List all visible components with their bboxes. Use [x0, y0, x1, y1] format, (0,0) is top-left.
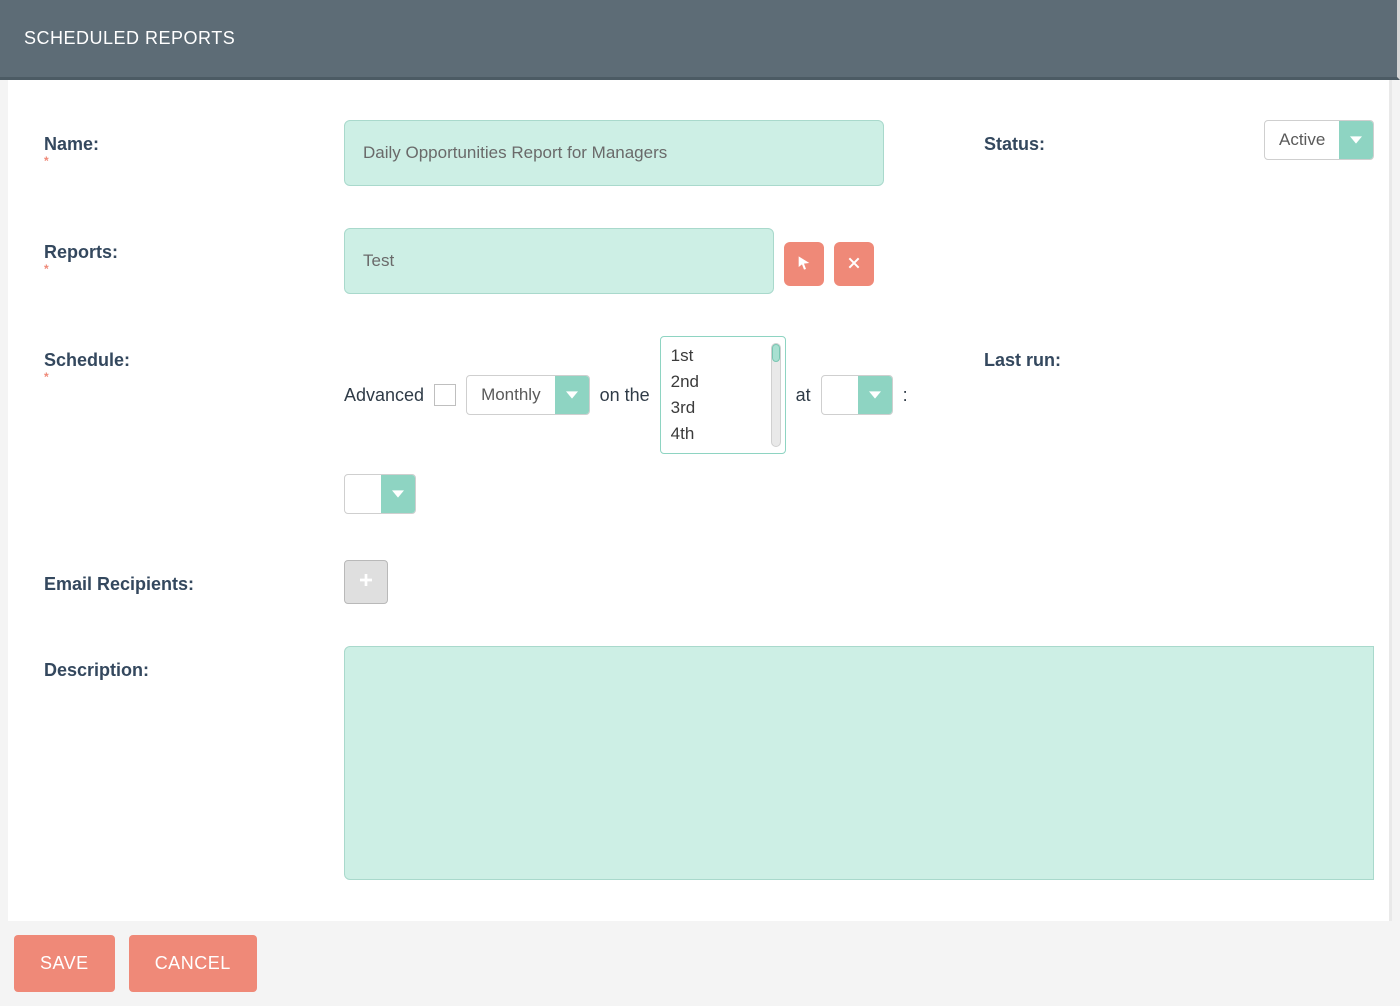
- frequency-value: Monthly: [467, 376, 555, 414]
- day-of-month-listbox[interactable]: 1st 2nd 3rd 4th: [660, 336, 786, 454]
- advanced-label: Advanced: [344, 385, 424, 406]
- label-last-run: Last run:: [964, 336, 1264, 371]
- select-report-button[interactable]: [784, 242, 824, 286]
- status-select[interactable]: Active: [1264, 120, 1374, 160]
- action-bar: SAVE CANCEL: [0, 921, 1400, 1006]
- chevron-down-icon[interactable]: [381, 475, 415, 513]
- status-value: Active: [1265, 121, 1339, 159]
- name-input[interactable]: Daily Opportunities Report for Managers: [344, 120, 884, 186]
- label-email-recipients: Email Recipients:: [44, 560, 344, 595]
- cursor-arrow-icon: [796, 255, 812, 274]
- description-input[interactable]: [344, 646, 1374, 880]
- minute-value: [345, 475, 381, 513]
- frequency-select[interactable]: Monthly: [466, 375, 590, 415]
- label-status: Status:: [964, 120, 1264, 155]
- label-reports: Reports:: [44, 228, 344, 263]
- chevron-down-icon[interactable]: [555, 376, 589, 414]
- cancel-button[interactable]: CANCEL: [129, 935, 257, 992]
- advanced-checkbox[interactable]: [434, 384, 456, 406]
- chevron-down-icon[interactable]: [1339, 121, 1373, 159]
- list-item[interactable]: 4th: [671, 421, 775, 447]
- form-panel: Name: Daily Opportunities Report for Man…: [8, 80, 1392, 921]
- time-colon: :: [903, 385, 908, 406]
- hour-select[interactable]: [821, 375, 893, 415]
- reports-input-value: Test: [363, 251, 394, 270]
- name-input-value: Daily Opportunities Report for Managers: [363, 143, 667, 162]
- page-header: SCHEDULED REPORTS: [0, 0, 1400, 80]
- reports-input[interactable]: Test: [344, 228, 774, 294]
- label-name: Name:: [44, 120, 344, 155]
- add-recipient-button[interactable]: [344, 560, 388, 604]
- minute-select[interactable]: [344, 474, 416, 514]
- list-item[interactable]: 2nd: [671, 369, 775, 395]
- list-item[interactable]: 3rd: [671, 395, 775, 421]
- listbox-scrollbar[interactable]: [771, 343, 781, 447]
- label-schedule: Schedule:: [44, 336, 344, 371]
- plus-icon: [358, 572, 374, 593]
- clear-report-button[interactable]: [834, 242, 874, 286]
- label-description: Description:: [44, 646, 344, 681]
- page-title: SCHEDULED REPORTS: [24, 28, 235, 49]
- at-text: at: [796, 385, 811, 406]
- list-item[interactable]: 1st: [671, 343, 775, 369]
- on-the-text: on the: [600, 385, 650, 406]
- chevron-down-icon[interactable]: [858, 376, 892, 414]
- save-button[interactable]: SAVE: [14, 935, 115, 992]
- hour-value: [822, 376, 858, 414]
- scrollbar-thumb[interactable]: [772, 344, 780, 362]
- close-icon: [846, 255, 862, 274]
